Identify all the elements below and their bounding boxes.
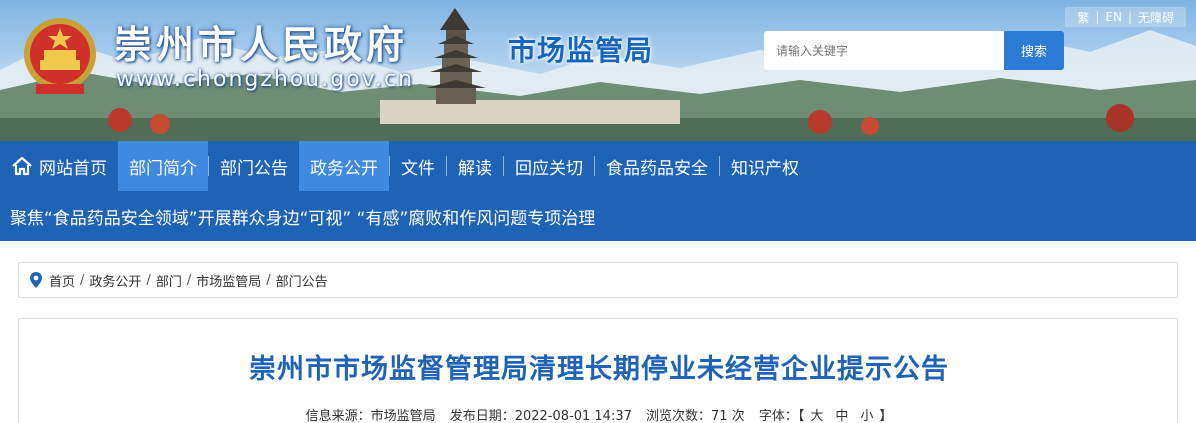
divider: |	[1127, 10, 1132, 24]
breadcrumb: 首页 / 政务公开 / 部门 / 市场监管局 / 部门公告	[18, 262, 1178, 298]
breadcrumb-market-bureau[interactable]: 市场监管局	[196, 271, 261, 290]
nav-item-label: 知识产权	[731, 158, 799, 179]
breadcrumb-home[interactable]: 首页	[49, 271, 75, 290]
nav-item-gov-affairs[interactable]: 政务公开	[299, 141, 389, 191]
main-nav: 网站首页 部门简介 部门公告 政务公开 文件 解读 回应关切 食品药品安全 知识…	[0, 141, 1196, 191]
nav-item-label: 文件	[401, 158, 435, 179]
breadcrumb-department[interactable]: 部门	[156, 271, 182, 290]
breadcrumb-separator: /	[146, 272, 151, 288]
department-name: 市场监管局	[508, 34, 654, 67]
nav-item-food-drug-safety[interactable]: 食品药品安全	[595, 141, 719, 191]
article-views: 浏览次数：71 次	[646, 409, 745, 423]
nav-item-label: 政务公开	[310, 158, 378, 179]
font-size-bracket-open: 【	[797, 409, 805, 423]
site-url: www.chongzhou.gov.cn	[116, 67, 415, 92]
nav-item-label: 部门简介	[129, 158, 197, 179]
nav-item-label: 回应关切	[515, 158, 583, 179]
english-link[interactable]: EN	[1099, 10, 1128, 24]
national-emblem-icon	[24, 18, 96, 94]
divider: |	[1095, 10, 1100, 24]
breadcrumb-separator: /	[186, 272, 192, 288]
nav-item-label: 网站首页	[39, 158, 107, 179]
page: 崇州市人民政府 www.chongzhou.gov.cn 市场监管局 繁 | E…	[0, 0, 1196, 423]
font-size-bracket-close: 】	[879, 409, 893, 423]
breadcrumb-separator: /	[80, 272, 85, 288]
nav-item-home[interactable]: 网站首页	[0, 141, 118, 191]
article-meta: 信息来源：市场监管局 发布日期：2022-08-01 14:37 浏览次数：71…	[19, 405, 1179, 423]
article-date: 发布日期：2022-08-01 14:37	[449, 409, 632, 423]
site-title: 崇州市人民政府	[114, 23, 409, 67]
breadcrumb-dept-notice[interactable]: 部门公告	[276, 271, 328, 290]
announcement-ticker[interactable]: 聚焦“食品药品安全领域”开展群众身边“可视” “有感”腐败和作风问题专项治理	[0, 191, 1196, 241]
article-title: 崇州市市场监督管理局清理长期停业未经营企业提示公告	[249, 354, 949, 385]
font-size-large-button[interactable]: 大	[810, 409, 823, 423]
font-size-medium-button[interactable]: 中	[835, 409, 848, 423]
home-icon	[12, 156, 32, 176]
nav-item-intellectual-property[interactable]: 知识产权	[720, 141, 810, 191]
location-pin-icon	[30, 272, 42, 288]
ticker-text[interactable]: 聚焦“食品药品安全领域”开展群众身边“可视” “有感”腐败和作风问题专项治理	[10, 204, 595, 229]
font-size-small-button[interactable]: 小	[860, 409, 873, 423]
traditional-chinese-link[interactable]: 繁	[1071, 9, 1095, 26]
article-source: 信息来源：市场监管局	[305, 409, 436, 423]
header-banner: 崇州市人民政府 www.chongzhou.gov.cn 市场监管局 繁 | E…	[0, 0, 1196, 141]
nav-item-interpretation[interactable]: 解读	[447, 141, 503, 191]
breadcrumb-gov-affairs[interactable]: 政务公开	[89, 271, 141, 290]
accessibility-link[interactable]: 无障碍	[1132, 9, 1180, 26]
nav-item-dept-intro[interactable]: 部门简介	[118, 141, 208, 191]
nav-item-dept-notice[interactable]: 部门公告	[209, 141, 299, 191]
article-container: 崇州市市场监督管理局清理长期停业未经营企业提示公告 信息来源：市场监管局 发布日…	[18, 318, 1178, 423]
breadcrumb-separator: /	[266, 272, 271, 288]
nav-item-label: 食品药品安全	[606, 158, 708, 179]
nav-item-documents[interactable]: 文件	[390, 141, 446, 191]
search-input[interactable]	[764, 31, 1004, 70]
nav-item-label: 部门公告	[220, 158, 288, 179]
top-links: 繁 | EN | 无障碍	[1065, 7, 1186, 27]
nav-item-label: 解读	[458, 158, 492, 179]
nav-item-response[interactable]: 回应关切	[504, 141, 594, 191]
search-button[interactable]: 搜索	[1004, 31, 1064, 70]
font-size-label: 字体：	[758, 409, 798, 423]
